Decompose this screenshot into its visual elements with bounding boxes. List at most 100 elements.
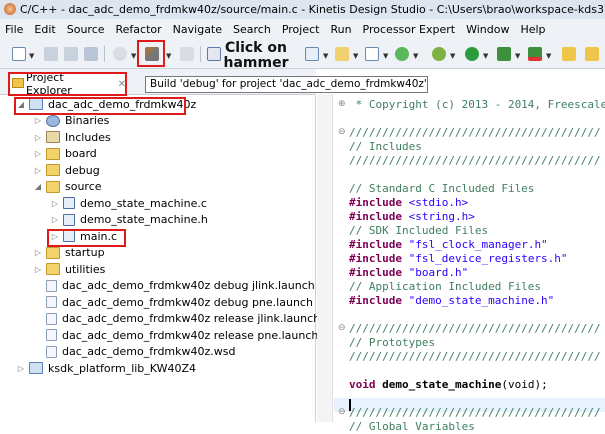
file-icon (46, 329, 57, 341)
collapsed-arrow-icon[interactable]: ▷ (33, 149, 43, 158)
menu-item-search[interactable]: Search (233, 23, 271, 36)
annotation-line1: Click on (225, 40, 287, 56)
tree-item[interactable]: ▷ debug (33, 162, 100, 178)
highlight-main-c (47, 229, 126, 247)
open-folder-icon[interactable] (562, 47, 576, 61)
new-icon[interactable] (12, 47, 26, 61)
code-line: // Application Included Files (349, 280, 542, 293)
code-line: // SDK Included Files (349, 224, 489, 237)
include-keyword: #include (349, 210, 402, 223)
menu-item-run[interactable]: Run (330, 23, 351, 36)
menu-item-project[interactable]: Project (282, 23, 320, 36)
menu-item-navigate[interactable]: Navigate (173, 23, 222, 36)
menu-item-file[interactable]: File (5, 23, 23, 36)
new-c-icon[interactable] (395, 47, 409, 61)
tree-item[interactable]: ▷ utilities (33, 261, 105, 277)
tree-item[interactable]: ▷ Includes (33, 129, 111, 145)
void-keyword: void (349, 378, 376, 391)
build-dropdown-icon[interactable]: ▼ (166, 52, 171, 60)
file-icon (46, 296, 57, 308)
run-icon[interactable] (465, 47, 479, 61)
include-target: "fsl_clock_manager.h" (408, 238, 548, 251)
binary-icon[interactable] (180, 47, 194, 61)
new-folder-icon[interactable] (335, 47, 349, 61)
collapsed-arrow-icon[interactable]: ▷ (50, 215, 60, 224)
tree-item[interactable]: dac_adc_demo_frdmkw40z release pne.launc… (33, 327, 318, 343)
code-line: // Global Variables (349, 420, 475, 433)
collapse-fold-icon[interactable]: ⊖ (338, 323, 346, 333)
code-line: ////////////////////////////////////// (349, 406, 601, 419)
save-icon[interactable] (44, 47, 58, 61)
tree-item-label: dac_adc_demo_frdmkw40z release jlink.lau… (62, 312, 321, 325)
project-icon (29, 362, 43, 374)
code-line: * Copyright (c) 2013 - 2014, Freescale (349, 98, 605, 111)
collapsed-arrow-icon[interactable]: ▷ (33, 133, 43, 142)
include-keyword: #include (349, 238, 402, 251)
tree-item-label: dac_adc_demo_frdmkw40z debug jlink.launc… (62, 279, 315, 292)
include-keyword: #include (349, 196, 402, 209)
tree-item-label: Binaries (65, 114, 110, 127)
tree-item[interactable]: ▷ ksdk_platform_lib_KW40Z4 (16, 360, 196, 376)
includes-icon (46, 131, 60, 143)
folder-icon (46, 180, 60, 193)
include-keyword: #include (349, 252, 402, 265)
menu-item-source[interactable]: Source (67, 23, 105, 36)
code-line: ////////////////////////////////////// (349, 322, 601, 335)
tree-item[interactable]: ▷ board (33, 146, 97, 162)
code-line: #include "demo_state_machine.h" (349, 294, 554, 308)
settings-icon[interactable] (113, 47, 127, 61)
folder-icon (46, 263, 60, 275)
tree-item[interactable]: ▷ demo_state_machine.c (50, 195, 207, 211)
collapsed-arrow-icon[interactable]: ▷ (33, 265, 43, 274)
collapse-fold-icon[interactable]: ⊖ (338, 407, 346, 417)
debug-bug-icon[interactable] (432, 47, 446, 61)
highlight-hammer-button (137, 40, 165, 67)
tree-item-label: debug (65, 163, 100, 177)
new-class-icon[interactable] (305, 47, 319, 61)
open-icon[interactable] (585, 47, 599, 61)
include-target: <stdio.h> (408, 196, 469, 209)
tree-item[interactable]: ▷ demo_state_machine.h (50, 212, 208, 228)
menu-item-window[interactable]: Window (466, 23, 509, 36)
tree-item[interactable]: dac_adc_demo_frdmkw40z release jlink.lau… (33, 311, 320, 327)
run-config-icon[interactable] (497, 47, 511, 61)
file-icon (46, 345, 57, 358)
tree-item[interactable]: dac_adc_demo_frdmkw40z debug pne.launch (33, 294, 313, 310)
menu-item-edit[interactable]: Edit (34, 23, 55, 36)
new-dropdown-icon[interactable]: ▼ (29, 52, 34, 60)
external-tools-icon[interactable] (528, 47, 542, 61)
collapsed-arrow-icon[interactable]: ▷ (33, 116, 43, 125)
include-target: <string.h> (408, 210, 475, 223)
include-target: "fsl_device_registers.h" (408, 252, 568, 265)
new-source-icon[interactable] (365, 47, 379, 61)
collapsed-arrow-icon[interactable]: ▷ (16, 364, 26, 373)
tree-item-label: source (65, 180, 102, 193)
save-all-icon[interactable] (64, 47, 78, 61)
app-icon (4, 3, 16, 15)
collapse-fold-icon[interactable]: ⊖ (338, 127, 346, 137)
collapsed-arrow-icon[interactable]: ▷ (50, 199, 60, 208)
tree-item-label: ksdk_platform_lib_KW40Z4 (48, 361, 197, 375)
tree-item-label: demo_state_machine.c (80, 196, 207, 210)
collapsed-arrow-icon[interactable]: ▷ (33, 248, 43, 257)
expand-fold-icon[interactable]: ⊕ (338, 99, 346, 109)
menu-item-help[interactable]: Help (520, 23, 545, 36)
tree-item-label: board (65, 147, 97, 160)
file-icon (46, 312, 57, 325)
code-line: ////////////////////////////////////// (349, 154, 601, 167)
tree-item[interactable]: ◢ source (33, 179, 102, 195)
menu-item-refactor[interactable]: Refactor (116, 23, 162, 36)
collapsed-arrow-icon[interactable]: ▷ (33, 166, 43, 175)
folder-icon (46, 164, 60, 176)
tree-item-label: Includes (65, 130, 111, 144)
tree-item[interactable]: dac_adc_demo_frdmkw40z debug jlink.launc… (33, 278, 315, 294)
tree-item[interactable]: dac_adc_demo_frdmkw40z.wsd (33, 344, 235, 360)
window-title: C/C++ - dac_adc_demo_frdmkw40z/source/ma… (20, 3, 604, 16)
code-editor[interactable]: ⊕ * Copyright (c) 2013 - 2014, Freescale… (317, 94, 605, 433)
folder-icon (46, 147, 60, 160)
print-icon[interactable] (84, 47, 98, 61)
file-icon (46, 279, 57, 292)
expanded-arrow-icon[interactable]: ◢ (33, 182, 43, 191)
menu-item-processor-expert[interactable]: Processor Expert (363, 23, 456, 36)
code-line: #include "fsl_device_registers.h" (349, 252, 568, 266)
